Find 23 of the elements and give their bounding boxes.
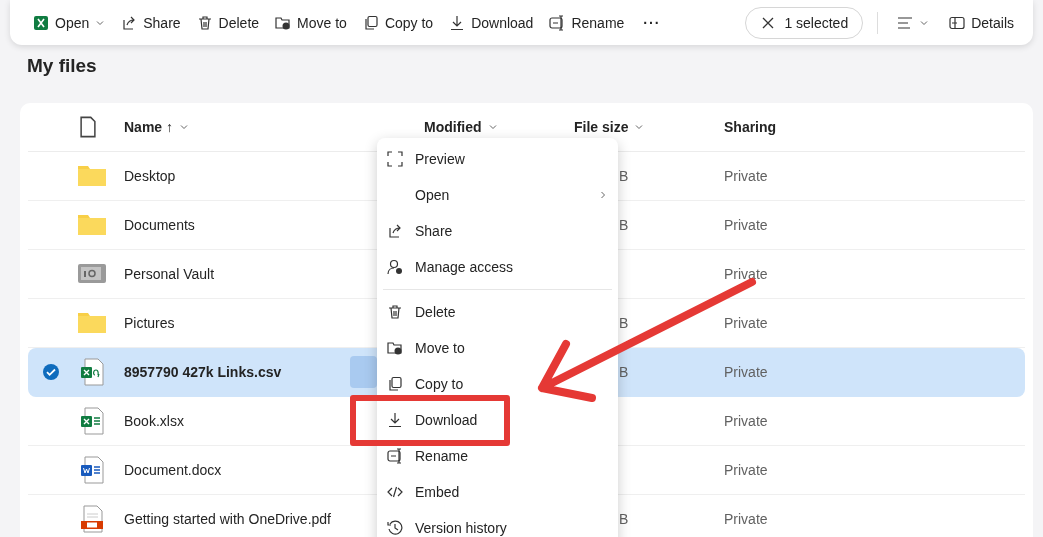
file-size-text: B xyxy=(619,217,629,233)
file-size-text: B xyxy=(619,168,629,184)
sharing-status: Private xyxy=(724,511,769,527)
file-name: Personal Vault xyxy=(123,266,215,282)
file-name: Documents xyxy=(123,217,196,233)
file-name: 8957790 427k Links.csv xyxy=(123,364,283,380)
file-name: Desktop xyxy=(123,168,177,184)
page-title: My files xyxy=(27,55,98,78)
file-name: Getting started with OneDrive.pdf xyxy=(123,511,332,527)
file-name: Book.xlsx xyxy=(123,413,185,429)
sharing-status: Private xyxy=(724,217,769,233)
file-size-text: B xyxy=(619,511,629,527)
sharing-status: Private xyxy=(724,266,769,282)
sharing-status: Private xyxy=(724,168,769,184)
sharing-status: Private xyxy=(724,413,769,429)
sharing-status: Private xyxy=(724,462,769,478)
file-size-text: B xyxy=(619,315,629,331)
file-size-text: B xyxy=(619,364,629,380)
sharing-status: Private xyxy=(724,364,769,380)
sharing-status: Private xyxy=(724,315,769,331)
file-name: Pictures xyxy=(123,315,176,331)
sharing-column-header: Sharing xyxy=(724,119,778,135)
file-name: Document.docx xyxy=(123,462,223,478)
